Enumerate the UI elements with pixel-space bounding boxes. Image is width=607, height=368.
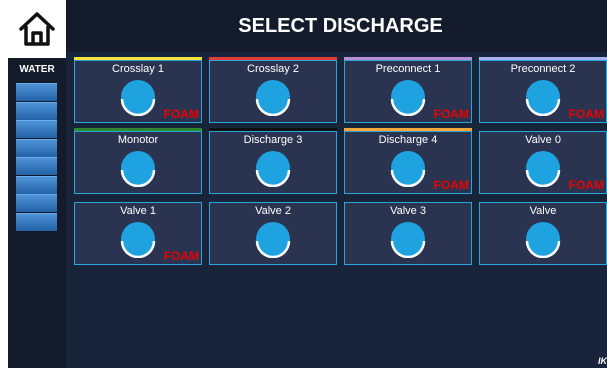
gauge-arc-icon xyxy=(120,169,156,187)
discharge-tile[interactable]: Valve 2 xyxy=(209,202,337,265)
discharge-label: Valve 1 xyxy=(120,205,156,217)
foam-indicator: FOAM xyxy=(163,107,199,121)
discharge-label: Crosslay 1 xyxy=(112,63,164,75)
gauge-arc-icon xyxy=(525,98,561,116)
discharge-label: Monotor xyxy=(117,134,159,146)
foam-indicator: FOAM xyxy=(433,178,469,192)
home-button[interactable] xyxy=(8,0,66,58)
app-screen: SELECT DISCHARGE WATER Crosslay 1 FOAM Cro… xyxy=(8,0,607,368)
discharge-accent-bar xyxy=(73,57,202,60)
discharge-tile[interactable]: Crosslay 2 xyxy=(208,57,337,123)
discharge-tile[interactable]: Crosslay 1 FOAM xyxy=(73,57,202,123)
gauge-arc-icon xyxy=(390,98,426,116)
discharge-label: Preconnect 2 xyxy=(510,63,576,75)
page-title: SELECT DISCHARGE xyxy=(238,15,443,37)
foam-indicator: FOAM xyxy=(163,249,199,263)
discharge-tile[interactable]: Valve 0 FOAM xyxy=(479,131,607,194)
discharge-accent-bar xyxy=(208,57,337,60)
gauge-arc-icon xyxy=(390,169,426,187)
discharge-label: Crosslay 2 xyxy=(247,63,299,75)
water-level-segment xyxy=(16,120,57,138)
water-level-segment xyxy=(16,175,57,194)
foam-indicator: FOAM xyxy=(433,107,469,121)
discharge-tile[interactable]: Discharge 4 FOAM xyxy=(343,128,472,194)
discharge-accent-bar xyxy=(343,57,472,60)
gauge-arc-icon xyxy=(255,240,291,258)
water-level-segment xyxy=(16,138,57,157)
discharge-tile[interactable]: Discharge 3 xyxy=(208,128,337,194)
gauge-arc-icon xyxy=(390,240,426,258)
discharge-label: Valve xyxy=(529,205,557,217)
discharge-tile[interactable]: Valve xyxy=(479,202,607,265)
discharge-tile[interactable]: Preconnect 2 FOAM xyxy=(478,57,607,123)
foam-indicator: FOAM xyxy=(568,107,604,121)
gauge-arc-icon xyxy=(525,240,561,258)
foam-indicator: FOAM xyxy=(568,178,604,192)
gauge-arc-icon xyxy=(255,98,291,116)
discharge-tile[interactable]: Valve 1 FOAM xyxy=(74,202,202,265)
water-label: WATER xyxy=(19,64,55,75)
gauge-arc-icon xyxy=(525,169,561,187)
water-level-segment xyxy=(16,101,57,120)
brand-logo-icon: IK xyxy=(598,356,607,366)
discharge-accent-bar xyxy=(208,128,337,131)
discharge-panel: Crosslay 1 FOAM Crosslay 2 Preconnect 1 FOAM… xyxy=(66,52,607,368)
discharge-label: Preconnect 1 xyxy=(375,63,441,75)
water-level-segment xyxy=(16,83,57,101)
gauge-arc-icon xyxy=(255,169,291,187)
discharge-label: Discharge 4 xyxy=(378,134,438,146)
discharge-tile[interactable]: Preconnect 1 FOAM xyxy=(343,57,472,123)
discharge-accent-bar xyxy=(478,57,607,60)
gauge-arc-icon xyxy=(120,98,156,116)
discharge-tile[interactable]: Valve 3 xyxy=(344,202,472,265)
water-level-segment xyxy=(16,194,57,212)
discharge-label: Discharge 3 xyxy=(243,134,303,146)
gauge-arc-icon xyxy=(120,240,156,258)
discharge-label: Valve 2 xyxy=(255,205,291,217)
discharge-label: Valve 3 xyxy=(390,205,426,217)
water-level-segment xyxy=(16,157,57,175)
water-level-segment xyxy=(16,212,57,231)
discharge-tile[interactable]: Monotor xyxy=(73,128,202,194)
discharge-accent-bar xyxy=(343,128,472,131)
discharge-accent-bar xyxy=(73,128,202,131)
discharge-label: Valve 0 xyxy=(525,134,561,146)
home-icon xyxy=(19,12,55,46)
